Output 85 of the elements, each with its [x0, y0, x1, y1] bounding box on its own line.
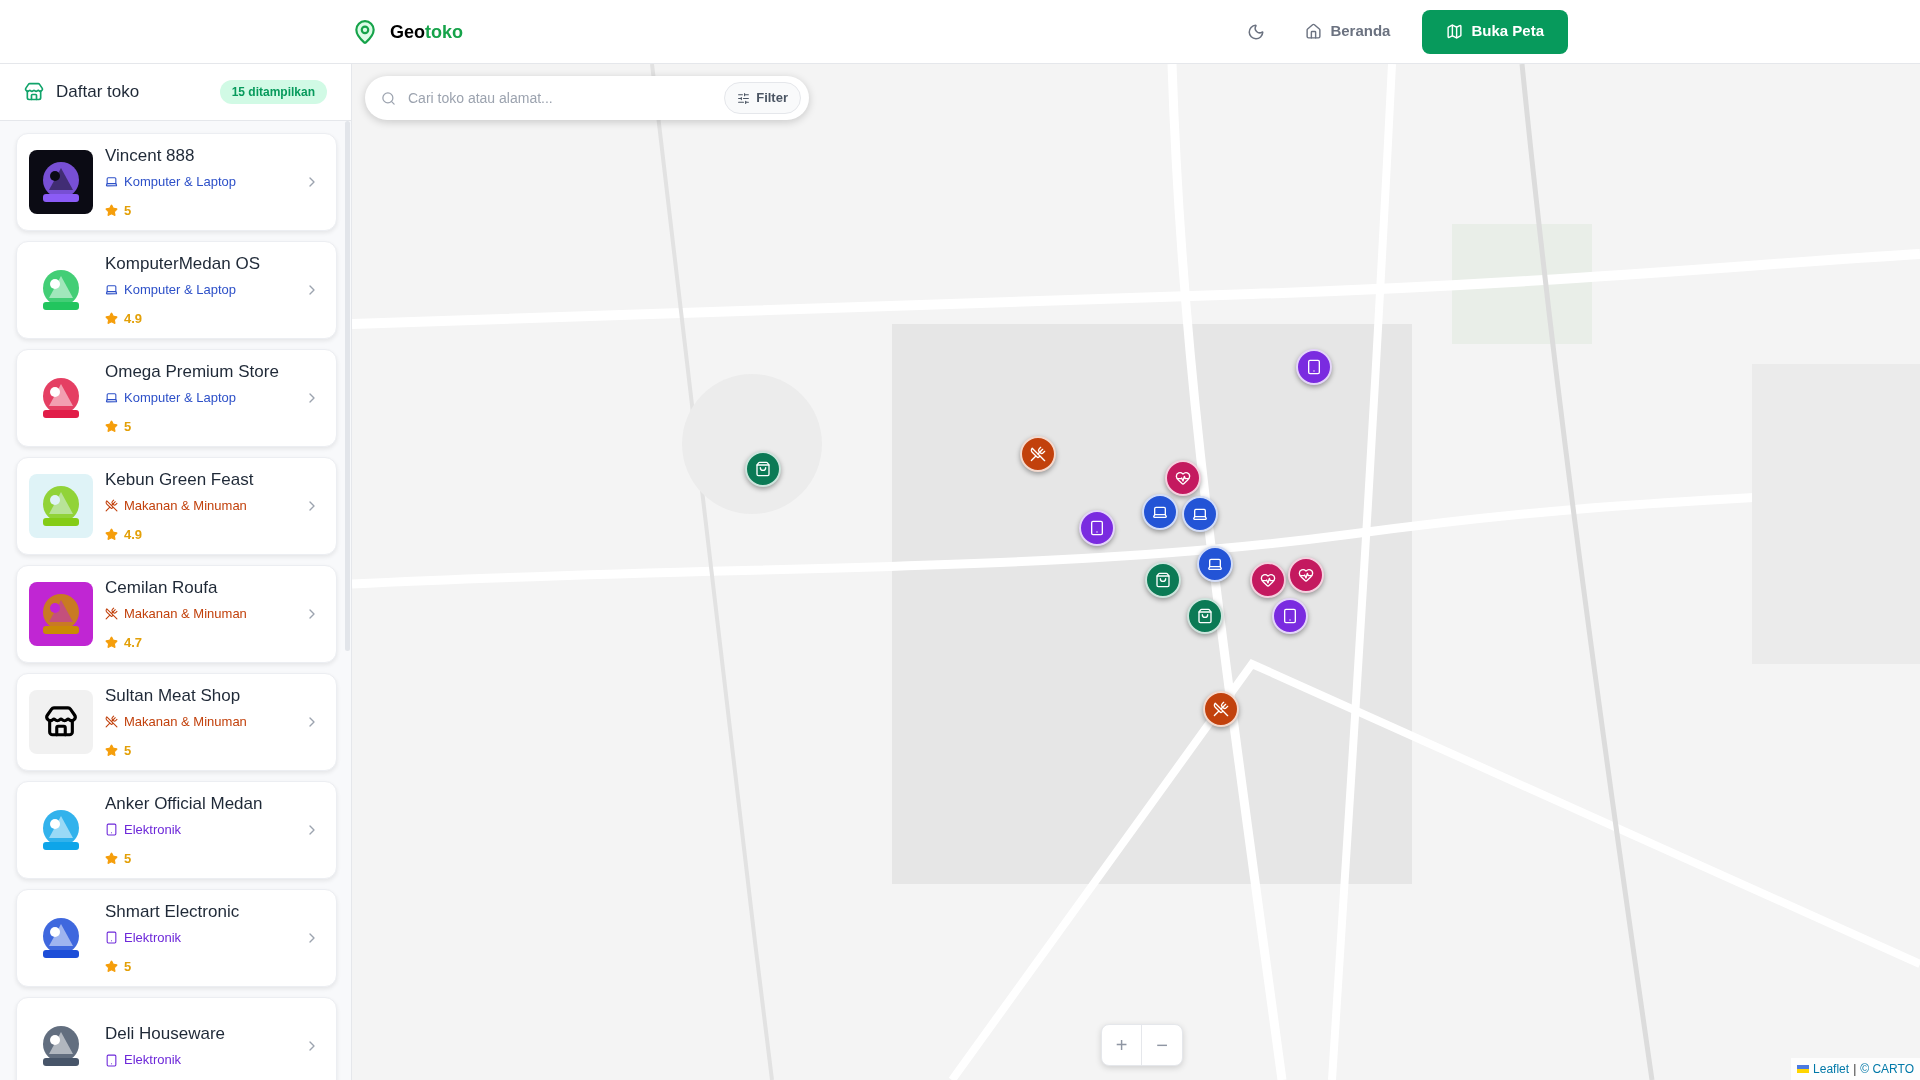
store-name: Vincent 888: [105, 145, 196, 166]
marker-shop-icon: [755, 461, 771, 477]
marker-food-icon: [1213, 701, 1229, 717]
category-icon: [105, 930, 118, 944]
marker-health-icon: [1298, 567, 1314, 583]
marker-health-icon: [1175, 470, 1191, 486]
rating: 5: [124, 850, 132, 868]
search-field[interactable]: Cari toko atau alamat... Filter: [365, 76, 809, 120]
marker-computer-icon: [1152, 504, 1168, 520]
store-name: Kebun Green Feast: [105, 469, 255, 490]
rating: 5: [124, 742, 132, 760]
category-icon: [105, 174, 118, 188]
sidebar-title: Daftar toko: [56, 81, 140, 104]
category-icon: [105, 606, 118, 620]
store-name: Deli Houseware: [105, 1024, 226, 1045]
store-card[interactable]: Anker Official Medan Elektronik 5: [16, 781, 337, 879]
category-label: Elektronik: [124, 820, 182, 839]
category-label: Makanan & Minuman: [124, 712, 247, 731]
store-icon: [24, 82, 44, 102]
store-name: Sultan Meat Shop: [105, 685, 242, 706]
store-card[interactable]: Omega Premium Store Komputer & Laptop 5: [16, 349, 337, 447]
category-icon: [105, 714, 118, 728]
home-link[interactable]: Beranda: [1305, 20, 1391, 43]
leaflet-link[interactable]: Leaflet: [1813, 1060, 1850, 1078]
category-label: Komputer & Laptop: [124, 172, 237, 191]
rating: 5: [124, 958, 132, 976]
map-icon: [1446, 23, 1464, 40]
category-icon: [105, 1053, 118, 1067]
store-name: Shmart Electronic: [105, 901, 241, 922]
star-icon: [105, 312, 118, 326]
open-map-button[interactable]: Buka Peta: [1422, 9, 1568, 54]
marker-health-icon: [1260, 572, 1276, 588]
store-card[interactable]: Shmart Electronic Elektronik 5: [16, 889, 337, 987]
separator: |: [1853, 1061, 1857, 1078]
category-label: Elektronik: [124, 1051, 182, 1070]
store-name: KomputerMedan OS: [105, 253, 261, 274]
store-card[interactable]: Deli Houseware Elektronik: [16, 997, 337, 1080]
store-card[interactable]: KomputerMedan OS Komputer & Laptop 4.9: [16, 241, 337, 339]
marker-electronics-icon: [1306, 359, 1322, 375]
rating: 4.9: [124, 526, 143, 544]
star-icon: [105, 852, 118, 866]
star-icon: [105, 744, 118, 758]
map-pin-icon: [352, 18, 378, 45]
star-icon: [105, 636, 118, 650]
store-card[interactable]: Kebun Green Feast Makanan & Minuman 4.9: [16, 457, 337, 555]
star-icon: [105, 528, 118, 542]
store-name: Cemilan Roufa: [105, 577, 219, 598]
category-icon: [105, 282, 118, 296]
filter-button[interactable]: Filter: [724, 82, 801, 114]
rating: 4.7: [124, 634, 143, 652]
sliders-icon: [737, 91, 751, 105]
scrollbar[interactable]: [345, 121, 350, 651]
home-icon: [1305, 23, 1323, 40]
marker-food-icon: [1030, 446, 1046, 462]
marker-electronics-icon: [1282, 608, 1298, 624]
store-card[interactable]: Vincent 888 Komputer & Laptop 5: [16, 133, 337, 231]
star-icon: [105, 204, 118, 218]
category-icon: [105, 498, 118, 512]
category-label: Komputer & Laptop: [124, 388, 237, 407]
marker-shop-icon: [1197, 608, 1213, 624]
category-label: Elektronik: [124, 928, 182, 947]
marker-shop-icon: [1155, 572, 1171, 588]
carto-credit: © CARTO: [1860, 1061, 1914, 1078]
search-icon: [381, 90, 396, 106]
rating: 5: [124, 202, 132, 220]
category-label: Komputer & Laptop: [124, 280, 237, 299]
count-badge: 15 ditampilkan: [219, 80, 327, 104]
category-label: Makanan & Minuman: [124, 604, 247, 623]
rating: 5: [124, 418, 132, 436]
flag-icon: [1797, 1065, 1810, 1073]
brand-name: Geotoko: [390, 20, 463, 44]
category-icon: [105, 390, 118, 404]
star-icon: [105, 420, 118, 434]
store-card[interactable]: Sultan Meat Shop Makanan & Minuman 5: [16, 673, 337, 771]
star-icon: [105, 960, 118, 974]
marker-computer-icon: [1192, 506, 1208, 522]
category-icon: [105, 822, 118, 836]
marker-electronics-icon: [1089, 520, 1105, 536]
marker-computer-icon: [1207, 556, 1223, 572]
rating: 4.9: [124, 310, 143, 328]
store-card[interactable]: Cemilan Roufa Makanan & Minuman 4.7: [16, 565, 337, 663]
store-name: Omega Premium Store: [105, 361, 280, 382]
category-label: Makanan & Minuman: [124, 496, 247, 515]
moon-icon: [1247, 22, 1266, 41]
store-name: Anker Official Medan: [105, 793, 264, 814]
